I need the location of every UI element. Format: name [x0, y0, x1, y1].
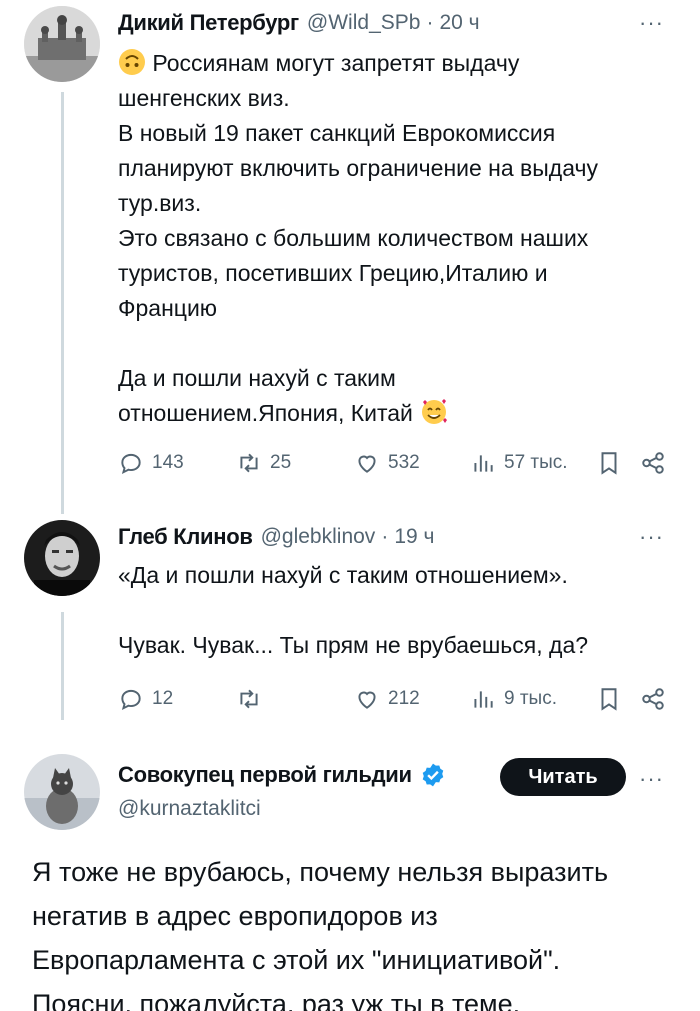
tweet-line: Европарламента с этой их "инициативой". — [32, 945, 561, 975]
bookmark-icon — [601, 688, 617, 711]
retweet-icon — [240, 453, 258, 473]
tweet-line: отношением.Япония, Китай — [118, 396, 678, 431]
tweet-header: Глеб Клинов @glebklinov · 19 ч — [118, 520, 434, 554]
reply-button[interactable]: 12 — [118, 682, 173, 716]
tweet-line: В новый 19 пакет санкций Еврокомиссия — [118, 120, 556, 146]
upside-down-face-emoji — [119, 49, 145, 75]
views-icon — [474, 691, 493, 708]
retweet-button[interactable]: 25 — [236, 446, 291, 480]
views-button[interactable]: 57 тыс. — [470, 446, 568, 480]
share-icon — [642, 688, 664, 710]
avatar[interactable] — [24, 520, 100, 596]
author-handle[interactable]: @Wild_SPb — [307, 11, 421, 35]
like-count: 212 — [388, 688, 420, 709]
bookmark-button[interactable] — [596, 682, 622, 716]
tweet-text: «Да и пошли нахуй с таким отношением». Ч… — [118, 558, 678, 663]
tweet-line: Францию — [118, 295, 218, 321]
reply-count: 12 — [152, 688, 174, 709]
retweet-count: 25 — [270, 452, 292, 473]
tweet-1[interactable]: Дикий Петербург @Wild_SPb · 20 ч ··· Рос… — [0, 0, 700, 514]
tweet-text: Я тоже не врубаюсь, почему нельзя вырази… — [32, 850, 682, 1011]
share-icon — [642, 452, 664, 474]
retweet-icon — [240, 689, 258, 709]
tweet-line: Это связано с большим количеством наших — [118, 225, 589, 251]
tweet-line: Поясни, пожалуйста, раз уж ты в теме. — [32, 989, 521, 1011]
avatar-cathedral-image — [24, 6, 100, 82]
author-name[interactable]: Глеб Клинов — [118, 524, 253, 550]
tweet-line: «Да и пошли нахуй с таким отношением». — [118, 562, 568, 588]
avatar[interactable] — [24, 6, 100, 82]
author-handle-row: @kurnaztaklitci — [118, 792, 261, 826]
tweet-line: Россиянам могут запретят выдачу — [118, 46, 678, 81]
author-name[interactable]: Дикий Петербург — [118, 10, 299, 36]
reply-icon — [121, 453, 141, 475]
tweet-actions: 143 25 532 57 тыс. — [118, 446, 678, 480]
author-handle[interactable]: @kurnaztaklitci — [118, 797, 261, 821]
views-count: 9 тыс. — [504, 688, 557, 709]
tweet-line: шенгенских виз. — [118, 85, 290, 111]
tweet-line: негатив в адрес европидоров из — [32, 901, 438, 931]
tweet-3[interactable]: Совокупец первой гильдии @kurnaztaklitci… — [0, 730, 700, 1011]
reply-icon — [121, 689, 141, 711]
tweet-2[interactable]: Глеб Клинов @glebklinov · 19 ч ··· «Да и… — [0, 500, 700, 730]
follow-button[interactable]: Читать — [500, 758, 626, 796]
thread-line — [61, 92, 64, 514]
tweet-line: Чувак. Чувак... Ты прям не врубаешься, д… — [118, 632, 589, 658]
views-icon — [474, 455, 493, 472]
tweet-line-text: отношением.Япония, Китай — [118, 400, 413, 426]
tweet-header: Дикий Петербург @Wild_SPb · 20 ч — [118, 6, 480, 40]
avatar[interactable] — [24, 754, 100, 830]
like-button[interactable]: 532 — [354, 446, 420, 480]
timestamp[interactable]: 19 ч — [394, 525, 434, 549]
retweet-button[interactable] — [236, 682, 262, 716]
heart-icon — [358, 455, 376, 473]
tweet-header: Совокупец первой гильдии — [118, 758, 446, 792]
more-options-icon[interactable]: ··· — [639, 768, 664, 790]
smiling-face-with-hearts-emoji — [422, 399, 448, 424]
thread-line — [61, 612, 64, 720]
share-button[interactable] — [640, 682, 666, 716]
tweet-line: планируют включить ограничение на выдачу — [118, 155, 599, 181]
tweet-line: туристов, посетивших Грецию,Италию и — [118, 260, 548, 286]
separator-dot: · — [381, 525, 389, 548]
avatar-portrait-image — [24, 520, 100, 596]
more-options-icon[interactable]: ··· — [639, 526, 664, 548]
author-handle[interactable]: @glebklinov — [261, 525, 376, 549]
share-button[interactable] — [640, 446, 666, 480]
bookmark-icon — [601, 452, 617, 475]
avatar-cat-image — [24, 754, 100, 830]
tweet-line: Да и пошли нахуй с таким — [118, 365, 396, 391]
verified-badge-icon — [422, 763, 443, 787]
reply-button[interactable]: 143 — [118, 446, 184, 480]
tweet-line: Я тоже не врубаюсь, почему нельзя вырази… — [32, 857, 609, 887]
views-count: 57 тыс. — [504, 452, 568, 473]
bookmark-button[interactable] — [596, 446, 622, 480]
like-button[interactable]: 212 — [354, 682, 420, 716]
separator-dot: · — [426, 11, 434, 34]
timestamp[interactable]: 20 ч — [439, 11, 479, 35]
like-count: 532 — [388, 452, 420, 473]
reply-count: 143 — [152, 452, 184, 473]
author-name[interactable]: Совокупец первой гильдии — [118, 762, 412, 788]
tweet-text: Россиянам могут запретят выдачу шенгенск… — [118, 46, 678, 431]
tweet-actions: 12 212 9 тыс. — [118, 682, 678, 716]
heart-icon — [358, 691, 376, 709]
tweet-line: тур.виз. — [118, 190, 202, 216]
views-button[interactable]: 9 тыс. — [470, 682, 557, 716]
tweet-line-text: Россиянам могут запретят выдачу — [152, 50, 520, 76]
more-options-icon[interactable]: ··· — [639, 12, 664, 34]
